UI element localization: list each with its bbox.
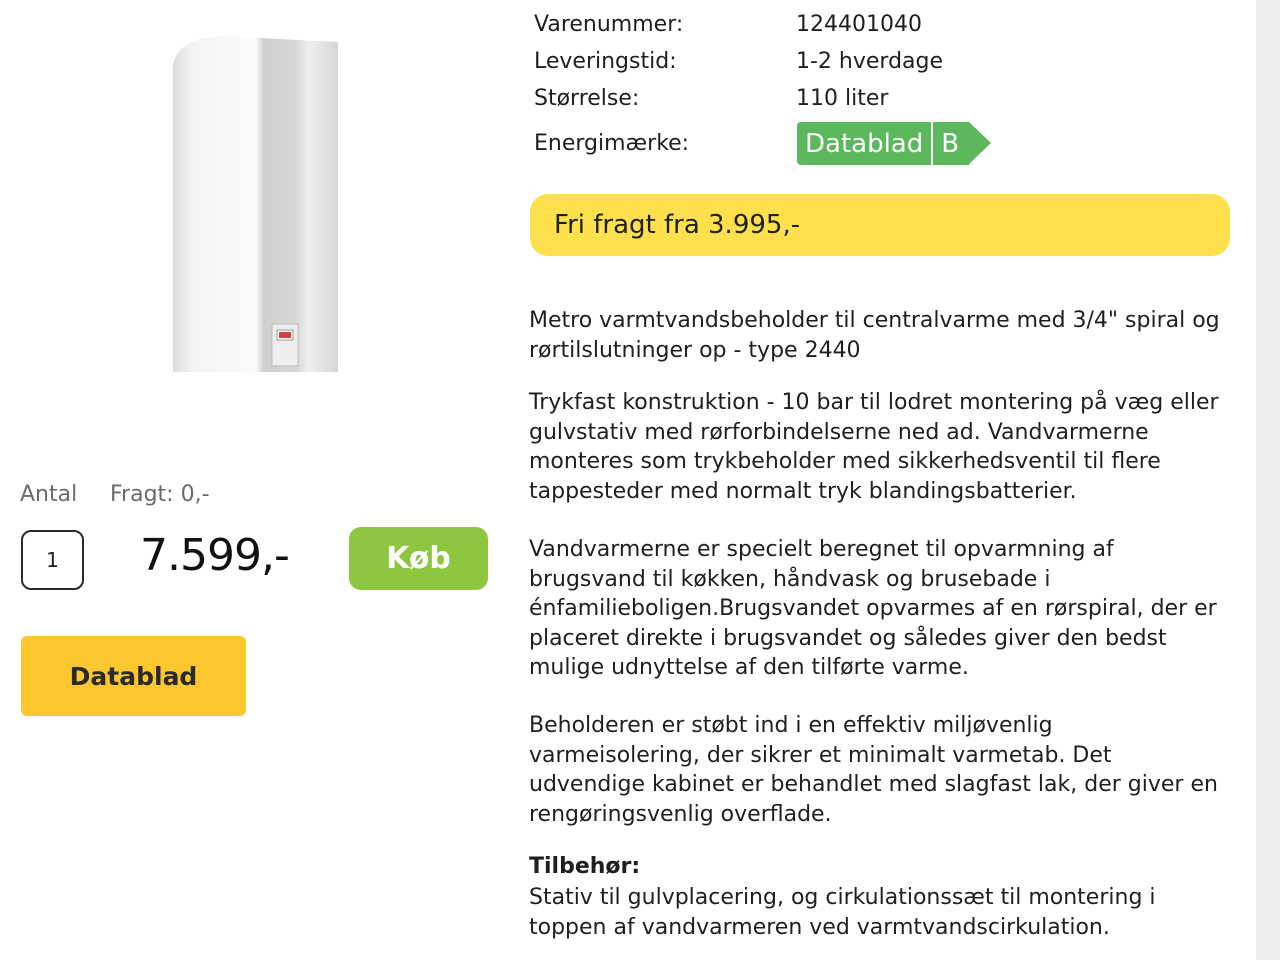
accessories-text: Stativ til gulvplacering, og cirkulation… bbox=[529, 885, 1156, 940]
spec-value-delivery-time: 1-2 hverdage bbox=[796, 49, 944, 74]
quantity-input[interactable]: 1 bbox=[21, 530, 84, 590]
energy-label-badge[interactable]: Datablad B bbox=[797, 122, 992, 165]
quantity-label: Antal bbox=[20, 482, 78, 507]
description-paragraph: Trykfast konstruktion - 10 bar til lodre… bbox=[529, 390, 1219, 504]
spec-value-item-number: 124401040 bbox=[796, 12, 922, 37]
spec-label-energy: Energimærke: bbox=[534, 131, 690, 156]
energy-arrow-icon bbox=[969, 122, 992, 164]
page-scroll-gutter bbox=[1256, 0, 1280, 960]
spec-label-delivery-time: Leveringstid: bbox=[534, 49, 677, 74]
shipping-cost-label: Fragt: 0,- bbox=[110, 482, 210, 507]
buy-button[interactable]: Køb bbox=[349, 527, 488, 590]
accessories-heading: Tilbehør: bbox=[529, 854, 641, 879]
datasheet-button[interactable]: Datablad bbox=[21, 636, 246, 716]
spec-value-size: 110 liter bbox=[796, 86, 889, 111]
spec-label-item-number: Varenummer: bbox=[534, 12, 684, 37]
description-paragraph: Vandvarmerne er specielt beregnet til op… bbox=[529, 537, 1217, 680]
water-heater-image[interactable] bbox=[160, 28, 360, 378]
free-shipping-banner: Fri fragt fra 3.995,- bbox=[530, 194, 1230, 256]
product-price: 7.599,- bbox=[140, 530, 290, 581]
description-paragraph: Beholderen er støbt ind i en effektiv mi… bbox=[529, 713, 1218, 827]
description-paragraph: Metro varmtvandsbeholder til centralvarm… bbox=[529, 308, 1220, 363]
energy-class: B bbox=[933, 122, 970, 165]
energy-datasheet-link[interactable]: Datablad bbox=[797, 122, 934, 165]
spec-label-size: Størrelse: bbox=[534, 86, 640, 111]
